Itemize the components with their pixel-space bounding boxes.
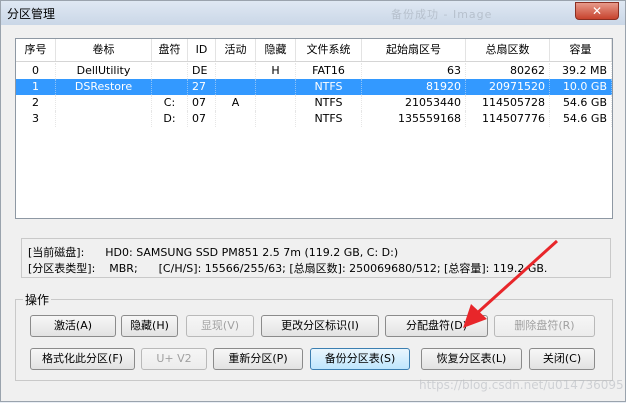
cell-capacity: 39.2 MB — [550, 63, 612, 79]
cell-active: A — [216, 95, 256, 111]
title-bar[interactable]: 分区管理 备份成功 - Image ✕ — [1, 1, 625, 25]
cell-label: DSRestore — [56, 79, 152, 95]
table-row[interactable]: 0 DellUtility DE H FAT16 63 80262 39.2 M… — [16, 63, 612, 79]
partition-manager-window: 分区管理 备份成功 - Image ✕ 序号 卷标 盘符 ID 活动 隐藏 文件… — [0, 0, 626, 402]
cell-start-sector: 63 — [362, 63, 466, 79]
operations-group-label: 操作 — [23, 291, 52, 308]
cell-filesystem: NTFS — [296, 95, 362, 111]
cell-hidden — [256, 79, 296, 95]
cell-total-sectors: 80262 — [466, 63, 550, 79]
cell-filesystem: NTFS — [296, 111, 362, 127]
current-disk-info: [当前磁盘]: HD0: SAMSUNG SSD PM851 2.5 7m (1… — [28, 246, 399, 259]
blurred-background-title: 备份成功 - Image — [391, 8, 493, 21]
restore-partition-table-button[interactable]: 恢复分区表(L) — [421, 348, 522, 370]
repartition-button[interactable]: 重新分区(P) — [213, 348, 303, 370]
column-header-id[interactable]: ID — [188, 39, 216, 61]
cell-id: 07 — [188, 111, 216, 127]
cell-capacity: 54.6 GB — [550, 111, 612, 127]
cell-drive: D: — [152, 111, 188, 127]
table-row[interactable]: 3 D: 07 NTFS 135559168 114507776 54.6 GB — [16, 111, 612, 127]
partition-table-info: [分区表类型]: MBR; [C/H/S]: 15566/255/63; [总扇… — [28, 262, 548, 275]
cell-active — [216, 111, 256, 127]
column-header-filesystem[interactable]: 文件系统 — [296, 39, 362, 61]
cell-total-sectors: 114507776 — [466, 111, 550, 127]
backup-partition-table-button[interactable]: 备份分区表(S) — [310, 348, 410, 370]
cell-capacity: 54.6 GB — [550, 95, 612, 111]
cell-active — [216, 79, 256, 95]
cell-active — [216, 63, 256, 79]
column-header-capacity[interactable]: 容量 — [550, 39, 612, 61]
cell-label — [56, 95, 152, 111]
cell-label — [56, 111, 152, 127]
cell-drive: C: — [152, 95, 188, 111]
table-header: 序号 卷标 盘符 ID 活动 隐藏 文件系统 起始扇区号 总扇区数 容量 — [16, 39, 612, 62]
cell-index: 0 — [16, 63, 56, 79]
column-header-hidden[interactable]: 隐藏 — [256, 39, 296, 61]
u-plus-v2-button[interactable]: U+ V2 — [141, 348, 207, 370]
assign-drive-letter-button[interactable]: 分配盘符(D) — [385, 315, 488, 337]
cell-hidden — [256, 111, 296, 127]
cell-start-sector: 135559168 — [362, 111, 466, 127]
table-row[interactable]: 2 C: 07 A NTFS 21053440 114505728 54.6 G… — [16, 95, 612, 111]
cell-drive — [152, 79, 188, 95]
column-header-label[interactable]: 卷标 — [56, 39, 152, 61]
cell-drive — [152, 63, 188, 79]
cell-total-sectors: 20971520 — [466, 79, 550, 95]
hide-button[interactable]: 隐藏(H) — [121, 315, 178, 337]
column-header-total-sectors[interactable]: 总扇区数 — [466, 39, 550, 61]
remove-drive-letter-button[interactable]: 删除盘符(R) — [494, 315, 595, 337]
watermark: https://blog.csdn.net/u014736095 — [419, 378, 624, 392]
disk-info-panel: [当前磁盘]: HD0: SAMSUNG SSD PM851 2.5 7m (1… — [21, 238, 611, 278]
cell-id: 27 — [188, 79, 216, 95]
cell-id: DE — [188, 63, 216, 79]
cell-label: DellUtility — [56, 63, 152, 79]
column-header-active[interactable]: 活动 — [216, 39, 256, 61]
window-title: 分区管理 — [7, 7, 56, 21]
cell-capacity: 10.0 GB — [550, 79, 612, 95]
cell-start-sector: 21053440 — [362, 95, 466, 111]
cell-hidden — [256, 95, 296, 111]
show-button[interactable]: 显现(V) — [186, 315, 254, 337]
cell-index: 1 — [16, 79, 56, 95]
cell-filesystem: FAT16 — [296, 63, 362, 79]
column-header-index[interactable]: 序号 — [16, 39, 56, 61]
close-button[interactable]: 关闭(C) — [529, 348, 595, 370]
close-window-button[interactable]: ✕ — [575, 2, 619, 20]
table-row-selected[interactable]: 1 DSRestore 27 NTFS 81920 20971520 10.0 … — [16, 79, 612, 95]
format-partition-button[interactable]: 格式化此分区(F) — [30, 348, 135, 370]
change-partition-id-button[interactable]: 更改分区标识(I) — [261, 315, 379, 337]
cell-hidden: H — [256, 63, 296, 79]
cell-start-sector: 81920 — [362, 79, 466, 95]
cell-id: 07 — [188, 95, 216, 111]
column-header-drive[interactable]: 盘符 — [152, 39, 188, 61]
cell-index: 2 — [16, 95, 56, 111]
cell-total-sectors: 114505728 — [466, 95, 550, 111]
partition-table[interactable]: 序号 卷标 盘符 ID 活动 隐藏 文件系统 起始扇区号 总扇区数 容量 0 D… — [15, 38, 613, 219]
cell-filesystem: NTFS — [296, 79, 362, 95]
cell-index: 3 — [16, 111, 56, 127]
close-icon: ✕ — [591, 4, 603, 18]
column-header-start-sector[interactable]: 起始扇区号 — [362, 39, 466, 61]
table-body: 0 DellUtility DE H FAT16 63 80262 39.2 M… — [16, 63, 612, 127]
activate-button[interactable]: 激活(A) — [30, 315, 116, 337]
